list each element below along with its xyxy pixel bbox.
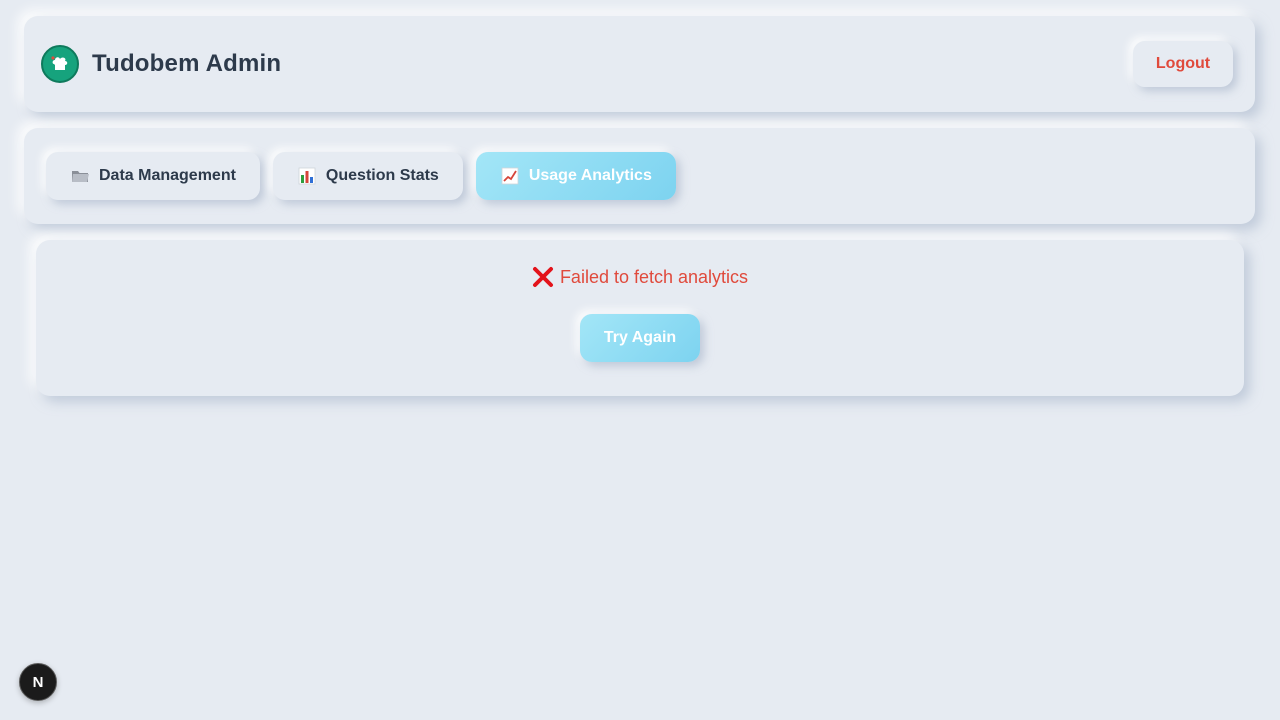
nextjs-icon[interactable]: N <box>19 663 57 701</box>
page-title: Tudobem Admin <box>92 50 282 77</box>
error-message: Failed to fetch analytics <box>532 266 748 288</box>
tab-data-management[interactable]: Data Management <box>46 152 260 200</box>
app-logo <box>41 45 79 83</box>
logout-button[interactable]: Logout <box>1133 41 1233 87</box>
tab-usage-analytics[interactable]: Usage Analytics <box>475 152 676 200</box>
tab-bar: Data Management Question Stats Usage Ana… <box>24 128 1255 224</box>
tab-label: Question Stats <box>325 167 439 184</box>
app-header: Tudobem Admin Logout <box>24 16 1255 112</box>
analytics-panel: Failed to fetch analytics Try Again <box>36 240 1244 396</box>
folder-icon <box>72 171 89 182</box>
tab-question-stats[interactable]: Question Stats <box>272 152 463 200</box>
try-again-button[interactable]: Try Again <box>580 314 700 362</box>
chart-increasing-icon <box>501 167 519 185</box>
tab-label: Data Management <box>99 167 236 184</box>
tab-label: Usage Analytics <box>528 167 652 184</box>
brand: Tudobem Admin <box>41 45 281 83</box>
chef-hat-icon <box>51 56 68 70</box>
bar-chart-icon <box>298 167 316 185</box>
cross-mark-icon <box>532 267 553 287</box>
dev-badge-label: N <box>32 673 44 691</box>
error-text: Failed to fetch analytics <box>559 266 749 287</box>
